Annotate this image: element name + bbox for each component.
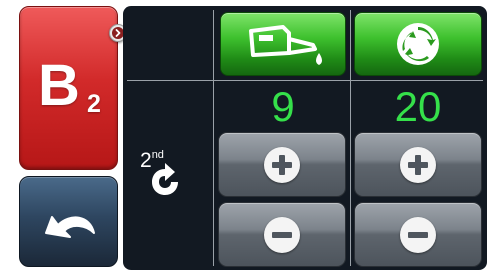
divider-vertical-2: [350, 10, 351, 266]
cycle-arrows-icon: [397, 23, 439, 65]
cycle-increase-button[interactable]: [354, 132, 482, 197]
refresh-arrow-icon: [152, 163, 178, 195]
oil-button[interactable]: [220, 12, 346, 76]
divider-vertical-1: [213, 10, 214, 266]
oil-decrease-button[interactable]: [218, 202, 346, 267]
bank-number: 2: [87, 90, 101, 118]
oil-can-icon: [249, 25, 322, 65]
minus-icon: [400, 217, 436, 253]
divider-horizontal: [127, 80, 483, 81]
screen: B 2 9 20 2 nd: [0, 0, 491, 273]
back-button[interactable]: [19, 176, 118, 267]
undo-arrow-icon: [45, 216, 95, 238]
cycle-value: 20: [394, 83, 442, 130]
bank-letter: B: [38, 53, 80, 118]
plus-icon: [400, 147, 436, 183]
second-label-suffix: nd: [151, 149, 164, 161]
oil-value: 9: [271, 83, 295, 130]
minus-icon: [264, 217, 300, 253]
cycle-button[interactable]: [354, 12, 482, 76]
cycle-decrease-button[interactable]: [354, 202, 482, 267]
plus-icon: [264, 147, 300, 183]
oil-increase-button[interactable]: [218, 132, 346, 197]
bank-b2-button[interactable]: B 2: [19, 6, 118, 170]
